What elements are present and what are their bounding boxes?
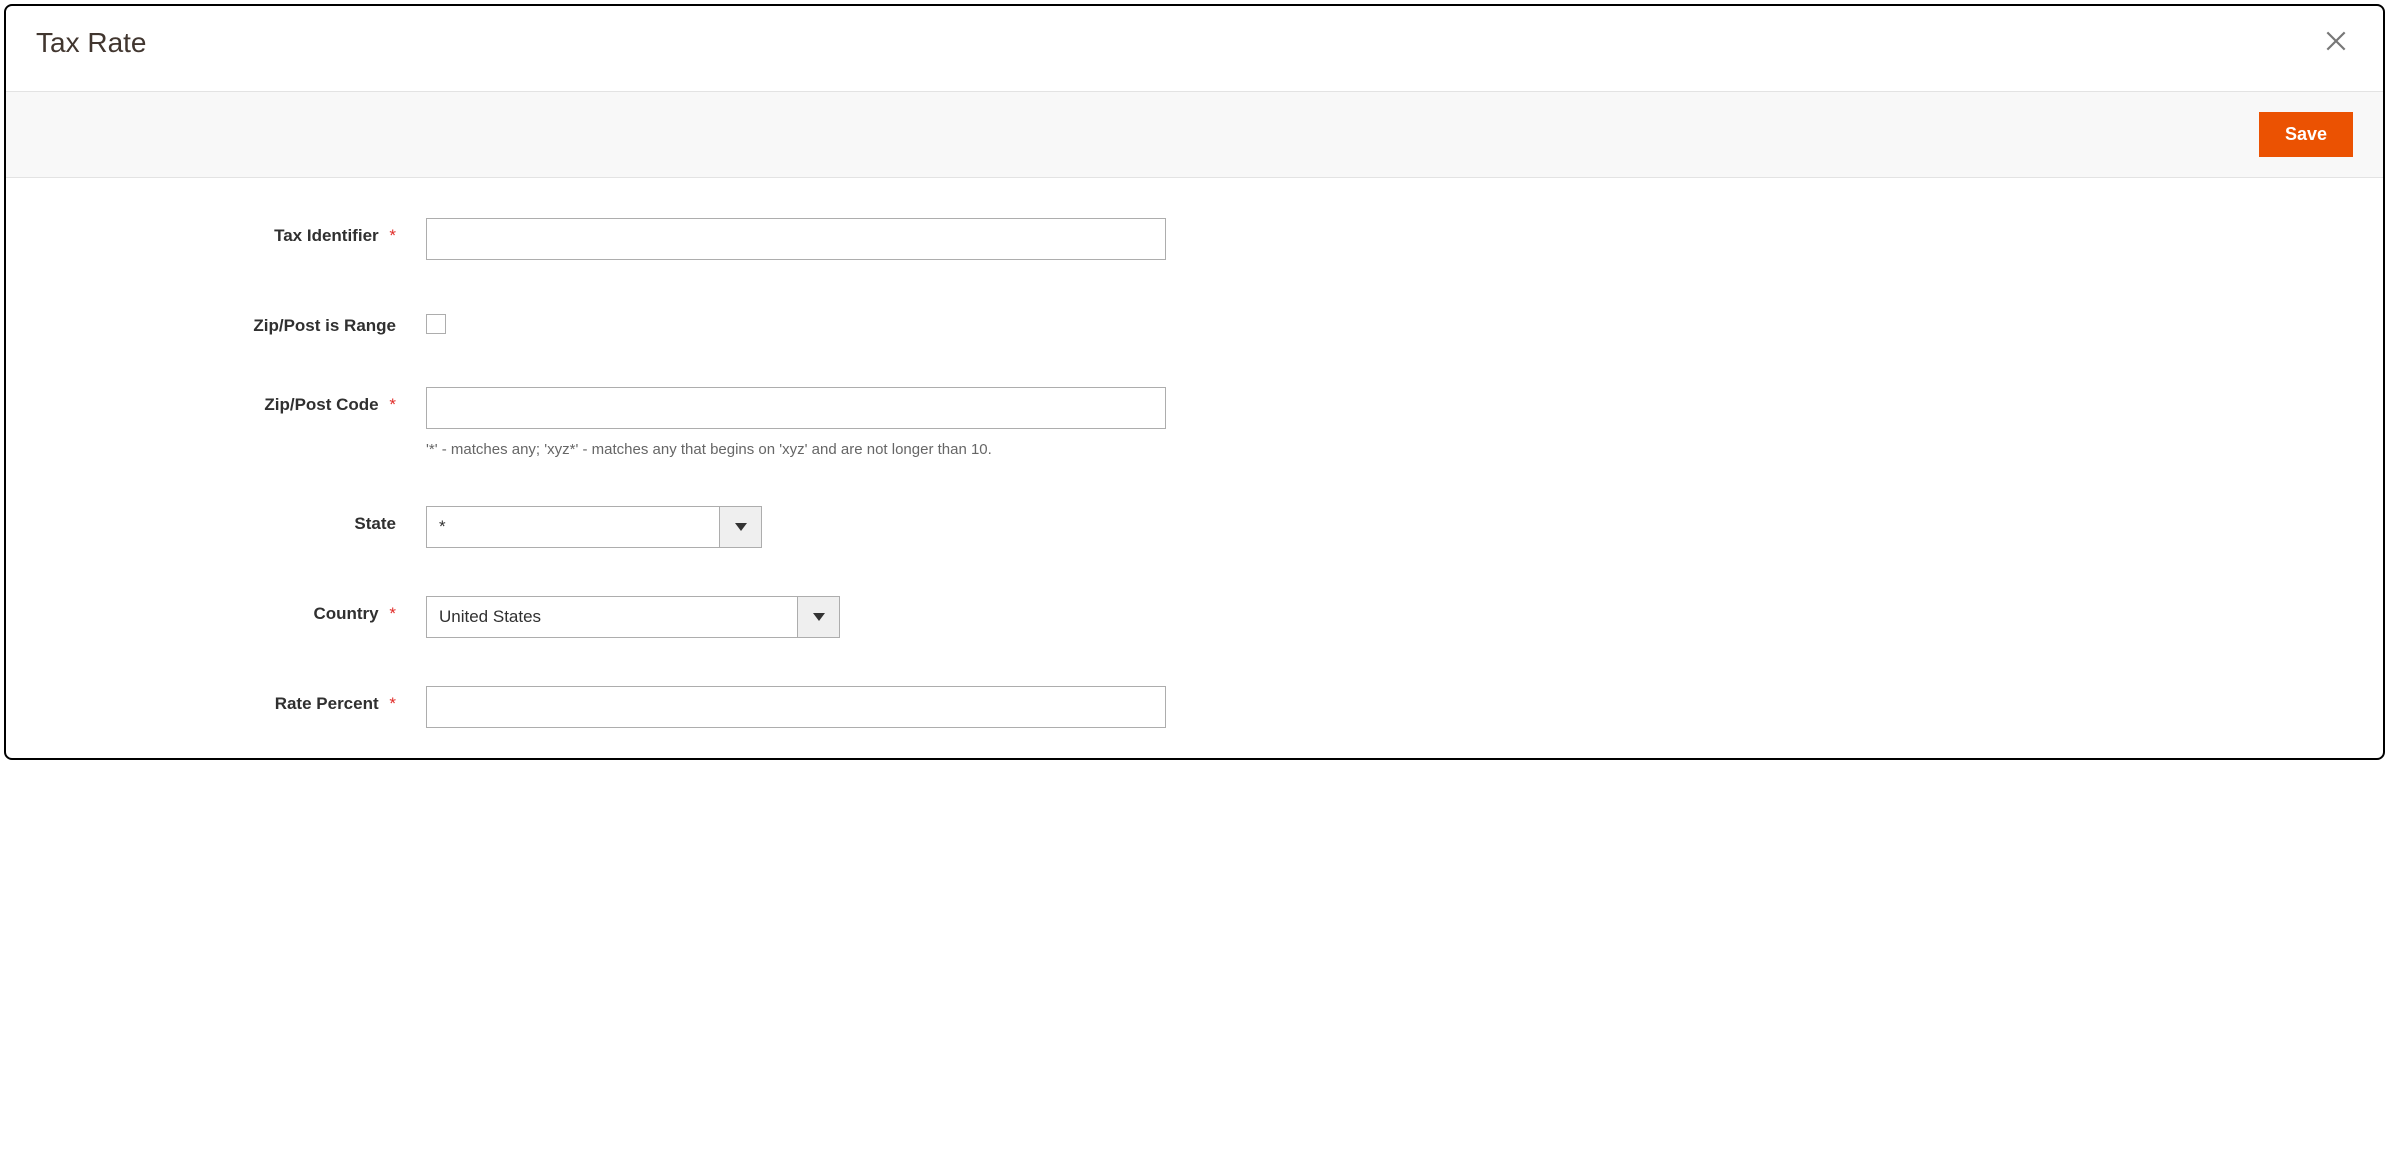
state-select[interactable]: *: [426, 506, 762, 548]
row-zip-code: Zip/Post Code * '*' - matches any; 'xyz*…: [36, 387, 2353, 458]
zip-code-input[interactable]: [426, 387, 1166, 429]
form: Tax Identifier * Zip/Post is Range Zip/P…: [6, 178, 2383, 758]
required-mark: *: [389, 395, 396, 414]
row-country: Country * United States: [36, 596, 2353, 638]
state-value: *: [427, 507, 719, 547]
state-label: State: [36, 506, 426, 534]
country-label: Country *: [36, 596, 426, 624]
tax-identifier-input[interactable]: [426, 218, 1166, 260]
label-text: Rate Percent: [275, 694, 379, 713]
modal-header: Tax Rate: [6, 6, 2383, 91]
row-zip-is-range: Zip/Post is Range: [36, 308, 2353, 339]
zip-code-hint: '*' - matches any; 'xyz*' - matches any …: [426, 441, 2353, 458]
required-mark: *: [389, 604, 396, 623]
label-text: State: [354, 514, 396, 533]
label-text: Zip/Post Code: [264, 395, 378, 414]
tax-identifier-label: Tax Identifier *: [36, 218, 426, 246]
required-mark: *: [389, 226, 396, 245]
rate-percent-input[interactable]: [426, 686, 1166, 728]
tax-rate-modal: Tax Rate Save Tax Identifier * Zip/Post …: [4, 4, 2385, 760]
zip-code-label: Zip/Post Code *: [36, 387, 426, 415]
chevron-down-icon: [719, 507, 761, 547]
close-button[interactable]: [2319, 24, 2353, 61]
zip-is-range-label: Zip/Post is Range: [36, 308, 426, 336]
rate-percent-label: Rate Percent *: [36, 686, 426, 714]
row-state: State *: [36, 506, 2353, 548]
required-mark: *: [389, 694, 396, 713]
zip-is-range-checkbox[interactable]: [426, 314, 446, 334]
modal-title: Tax Rate: [36, 27, 147, 59]
toolbar: Save: [6, 91, 2383, 178]
close-icon: [2323, 42, 2349, 57]
label-text: Country: [313, 604, 378, 623]
country-select[interactable]: United States: [426, 596, 840, 638]
save-button[interactable]: Save: [2259, 112, 2353, 157]
row-tax-identifier: Tax Identifier *: [36, 218, 2353, 260]
chevron-down-icon: [797, 597, 839, 637]
label-text: Tax Identifier: [274, 226, 379, 245]
label-text: Zip/Post is Range: [253, 316, 396, 335]
row-rate-percent: Rate Percent *: [36, 686, 2353, 728]
country-value: United States: [427, 597, 797, 637]
